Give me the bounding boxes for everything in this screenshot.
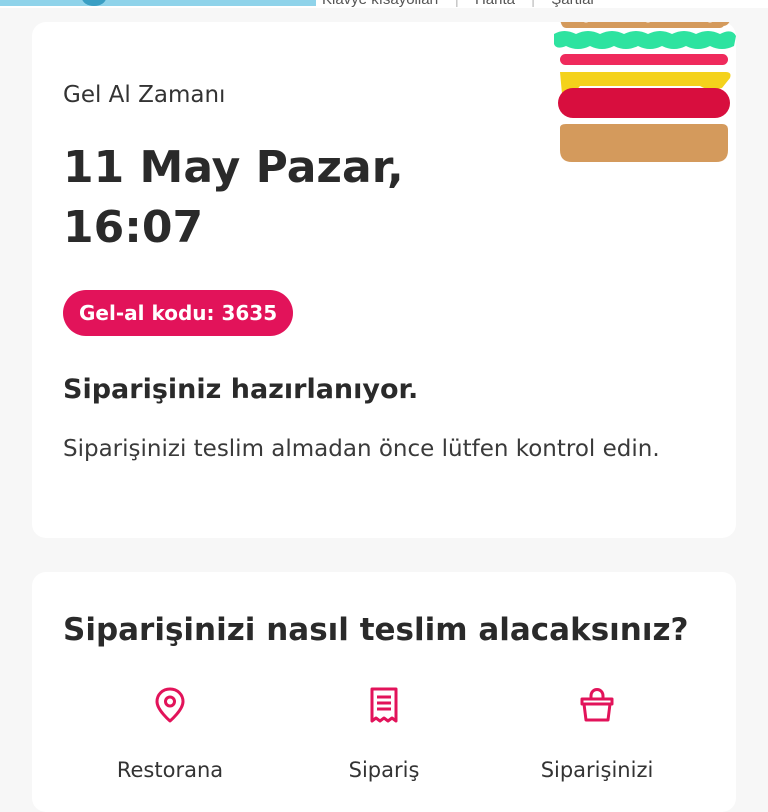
pickup-time-value: 11 May Pazar, 16:07	[63, 142, 404, 253]
order-status-description: Siparişinizi teslim almadan önce lütfen …	[63, 436, 660, 462]
receipt-icon	[370, 687, 398, 723]
collection-method-card: Siparişinizi nasıl teslim alacaksınız? R…	[32, 572, 736, 812]
map-footer-strip: Klavye kısayolları | Harita | Şartlar	[0, 0, 768, 8]
collection-method-title: Siparişinizi nasıl teslim alacaksınız?	[63, 612, 689, 648]
shopping-bag-icon	[580, 687, 614, 722]
pickup-card: Gel Al Zamanı 11 May Pazar, 16:07 Gel-al…	[32, 22, 736, 538]
keyboard-shortcuts-link[interactable]: Klavye kısayolları	[322, 0, 439, 8]
order-status-title: Siparişiniz hazırlanıyor.	[63, 374, 419, 405]
pickup-code-badge: Gel-al kodu: 3635	[63, 290, 294, 336]
location-pin-icon	[155, 687, 185, 723]
burger-illustration	[554, 22, 736, 162]
option-collect-order-label: Siparişinizi	[540, 758, 654, 782]
terms-link[interactable]: Şartlar	[551, 0, 595, 8]
map-link[interactable]: Harita	[475, 0, 515, 8]
pickup-time-label: Gel Al Zamanı	[63, 82, 226, 108]
option-order-label: Sipariş	[348, 758, 420, 782]
option-restaurant-label: Restorana	[116, 758, 224, 782]
map-edge	[0, 0, 316, 6]
map-footer-links: Klavye kısayolları | Harita | Şartlar	[322, 0, 607, 8]
